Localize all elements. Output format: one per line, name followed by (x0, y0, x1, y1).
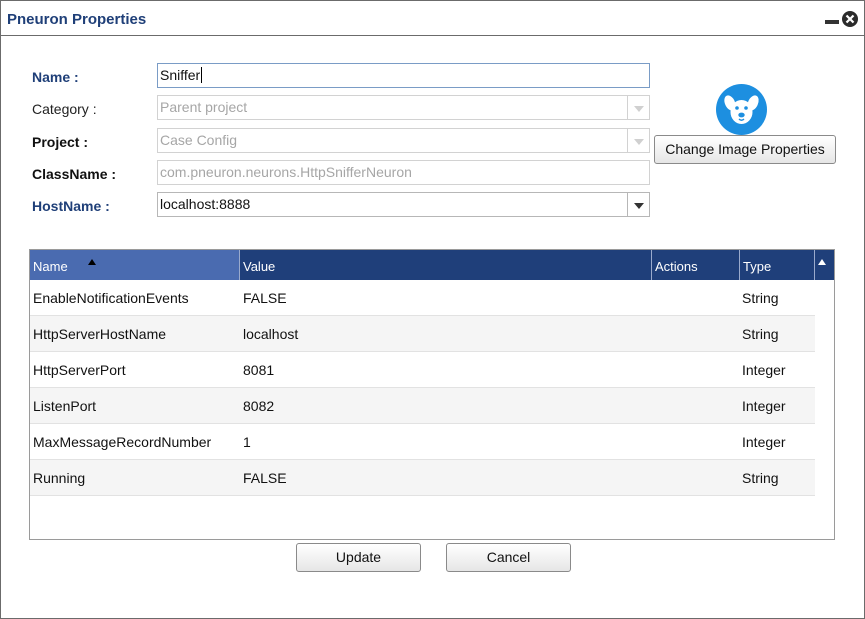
cell-name: ListenPort (33, 398, 97, 414)
scroll-up-icon[interactable] (818, 259, 826, 265)
column-header-type[interactable]: Type (740, 250, 815, 280)
project-label: Project : (32, 134, 89, 150)
chevron-down-icon (627, 96, 649, 119)
column-header-actions-label: Actions (655, 259, 698, 274)
cell-value: 8082 (243, 398, 275, 414)
chevron-down-icon[interactable] (627, 193, 649, 216)
column-header-value-label: Value (243, 259, 276, 274)
cell-type: Integer (742, 434, 786, 450)
category-label: Category : (32, 101, 97, 117)
sort-ascending-icon (88, 259, 96, 265)
hostname-select-value: localhost:8888 (160, 196, 251, 212)
cell-value: 8081 (243, 362, 275, 378)
table-row[interactable]: EnableNotificationEvents FALSE String (30, 280, 815, 316)
close-circle-icon (842, 11, 858, 27)
title-bar: Pneuron Properties (1, 1, 864, 36)
cancel-button[interactable]: Cancel (446, 543, 571, 572)
name-input-value: Sniffer (160, 67, 201, 83)
cell-actions (652, 352, 655, 388)
cell-actions (652, 280, 655, 316)
dialog-title: Pneuron Properties (7, 11, 147, 28)
cell-name: HttpServerHostName (33, 326, 167, 342)
change-image-properties-button[interactable]: Change Image Properties (654, 135, 836, 164)
column-header-name-label: Name (33, 259, 68, 274)
cell-value: localhost (243, 326, 299, 342)
cell-actions (652, 316, 655, 352)
cell-type: String (742, 290, 779, 306)
table-row[interactable]: ListenPort 8082 Integer (30, 388, 815, 424)
table-row[interactable]: HttpServerHostName localhost String (30, 316, 815, 352)
classname-input-value: com.pneuron.neurons.HttpSnifferNeuron (160, 164, 412, 180)
column-header-type-label: Type (743, 259, 772, 274)
cell-name: Running (33, 470, 86, 486)
dog-face-graphic (724, 95, 759, 124)
column-header-name[interactable]: Name (30, 250, 240, 280)
cell-value: FALSE (243, 470, 287, 486)
update-button[interactable]: Update (296, 543, 421, 572)
name-input[interactable]: Sniffer (157, 63, 650, 88)
pneuron-properties-dialog: Pneuron Properties Name : Category : Pro… (0, 0, 865, 619)
minimize-icon[interactable] (825, 12, 839, 26)
table-row[interactable]: Running FALSE String (30, 460, 815, 496)
cell-actions (652, 424, 655, 460)
cell-value: FALSE (243, 290, 287, 306)
column-header-value[interactable]: Value (240, 250, 652, 280)
hostname-label: HostName : (32, 198, 110, 214)
properties-grid: Name Value Actions Type EnableNotificati… (29, 249, 835, 540)
cell-type: String (742, 470, 779, 486)
cell-type: Integer (742, 398, 786, 414)
project-select: Case Config (157, 128, 650, 153)
grid-header: Name Value Actions Type (30, 250, 834, 280)
category-select-value: Parent project (160, 99, 248, 115)
cell-type: String (742, 326, 779, 342)
classname-label: ClassName : (32, 166, 117, 182)
cell-actions (652, 460, 655, 496)
project-select-value: Case Config (160, 132, 238, 148)
cell-name: MaxMessageRecordNumber (33, 434, 212, 450)
name-label: Name : (32, 69, 79, 85)
chevron-down-icon (627, 129, 649, 152)
classname-input: com.pneuron.neurons.HttpSnifferNeuron (157, 160, 650, 185)
hostname-select[interactable]: localhost:8888 (157, 192, 650, 217)
cell-name: HttpServerPort (33, 362, 126, 378)
cell-name: EnableNotificationEvents (33, 290, 189, 306)
cell-value: 1 (243, 434, 251, 450)
table-row[interactable]: HttpServerPort 8081 Integer (30, 352, 815, 388)
dog-face-icon[interactable] (716, 84, 767, 135)
close-icon[interactable] (841, 10, 859, 28)
category-select: Parent project (157, 95, 650, 120)
column-header-actions[interactable]: Actions (652, 250, 740, 280)
text-caret (201, 67, 203, 83)
cell-type: Integer (742, 362, 786, 378)
table-row[interactable]: MaxMessageRecordNumber 1 Integer (30, 424, 815, 460)
cell-actions (652, 388, 655, 424)
